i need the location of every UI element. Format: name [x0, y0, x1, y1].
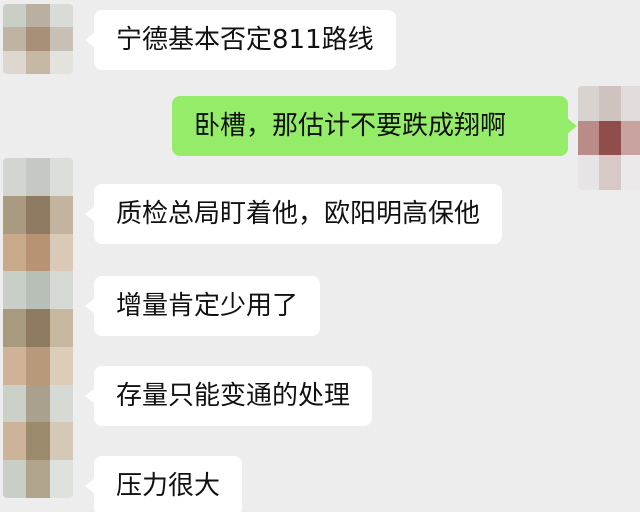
message-text: 宁德基本否定811路线	[116, 25, 374, 55]
chat-window: 宁德基本否定811路线 卧槽，那估计不要跌成翔啊 质检总局盯着他，欧阳明高保他 …	[0, 0, 640, 512]
message-bubble-incoming[interactable]: 压力很大	[84, 456, 243, 512]
message-bubble-outgoing[interactable]: 卧槽，那估计不要跌成翔啊	[172, 96, 577, 156]
message-bubble-incoming[interactable]: 质检总局盯着他，欧阳明高保他	[84, 184, 503, 244]
message-bubble-incoming[interactable]: 宁德基本否定811路线	[85, 10, 396, 70]
self-avatar[interactable]	[578, 86, 640, 190]
message-text: 存量只能变通的处理	[116, 381, 351, 411]
message-bubble-incoming[interactable]: 增量肯定少用了	[84, 276, 321, 336]
message-text: 增量肯定少用了	[116, 291, 299, 321]
message-text: 压力很大	[116, 471, 221, 501]
message-bubble-incoming[interactable]: 存量只能变通的处理	[84, 366, 373, 426]
sender-avatar[interactable]	[3, 4, 73, 74]
sender-avatar[interactable]	[3, 158, 73, 498]
message-text: 质检总局盯着他，欧阳明高保他	[116, 199, 481, 229]
message-text: 卧槽，那估计不要跌成翔啊	[194, 111, 507, 141]
